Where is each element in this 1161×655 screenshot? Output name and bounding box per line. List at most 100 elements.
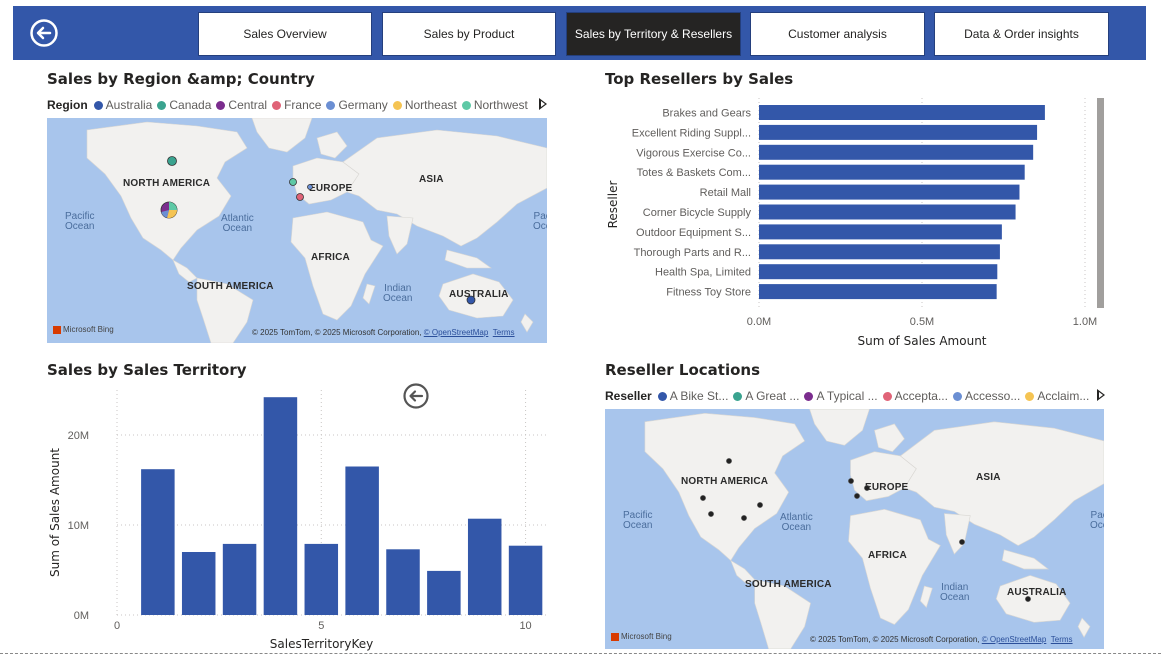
usa-pie-bubble[interactable] — [160, 201, 178, 219]
copyright-text: © 2025 TomTom, © 2025 Microsoft Corporat… — [810, 635, 980, 644]
reseller-bar[interactable] — [759, 105, 1045, 120]
reseller-point[interactable] — [1025, 596, 1031, 602]
legend-next-arrow-icon[interactable] — [539, 98, 547, 110]
back-arrow-icon — [30, 19, 58, 47]
territory-bar[interactable] — [467, 518, 502, 615]
reseller-bar[interactable] — [759, 124, 1038, 140]
legend-label: Acclaim... — [1037, 389, 1090, 403]
legend-item[interactable]: Northeast — [392, 98, 457, 112]
openstreetmap-link[interactable]: © OpenStreetMap — [424, 328, 489, 337]
bing-attribution: Microsoft Bing — [611, 632, 672, 641]
legend-item[interactable]: Accesso... — [952, 389, 1021, 403]
legend-item[interactable]: A Typical ... — [804, 389, 878, 403]
reseller-bar[interactable] — [759, 144, 1034, 160]
france-bubble[interactable] — [296, 193, 304, 201]
reseller-point[interactable] — [708, 511, 714, 517]
legend-dot-icon — [93, 100, 103, 110]
legend-item[interactable]: Accepta... — [882, 389, 948, 403]
legend-label: Canada — [169, 98, 212, 112]
tab-customer-analysis[interactable]: Customer analysis — [750, 12, 925, 56]
microsoft-bing-logo-icon — [53, 325, 61, 334]
chart-scrollbar[interactable] — [1097, 98, 1104, 308]
reseller-map-legend: Reseller A Bike St... A Great ... A Typica… — [605, 389, 1094, 403]
reseller-category-label: Totes & Baskets Com... — [637, 167, 751, 179]
reseller-bar[interactable] — [759, 264, 998, 280]
legend-label: Northeast — [404, 98, 457, 112]
territory-bar[interactable] — [263, 397, 298, 615]
territory-bar[interactable] — [222, 543, 257, 615]
reseller-point[interactable] — [848, 478, 854, 484]
australia-bubble[interactable] — [466, 295, 476, 305]
reseller-point[interactable] — [854, 493, 860, 499]
reseller-location-points — [700, 458, 1031, 602]
reseller-bar[interactable] — [759, 244, 1000, 260]
reseller-point[interactable] — [757, 502, 763, 508]
legend-dot-icon — [157, 100, 167, 110]
tab-sales-by-territory-resellers[interactable]: Sales by Territory & Resellers — [566, 12, 741, 56]
territory-bar[interactable] — [141, 469, 175, 615]
reseller-category-label: Thorough Parts and R... — [634, 247, 751, 259]
reseller-category-label: Vigorous Exercise Co... — [636, 147, 751, 159]
territory-bar[interactable] — [386, 549, 420, 615]
reseller-bar[interactable] — [759, 204, 1016, 220]
reseller-map[interactable]: NORTH AMERICA EUROPE ASIA AFRICA SOUTH A… — [605, 409, 1104, 649]
canada-bubble[interactable] — [167, 156, 177, 166]
back-arrow-icon[interactable] — [402, 382, 430, 410]
legend-dot-icon — [657, 391, 667, 401]
germany-bubble[interactable] — [307, 184, 313, 190]
back-button[interactable] — [29, 18, 59, 48]
reseller-point[interactable] — [700, 495, 706, 501]
reseller-point[interactable] — [959, 539, 965, 545]
microsoft-bing-logo-icon — [611, 632, 619, 641]
legend-item[interactable]: Acclaim... — [1025, 389, 1089, 403]
territory-bar[interactable] — [508, 545, 543, 615]
bing-label: Microsoft Bing — [63, 325, 114, 334]
legend-dot-icon — [804, 391, 814, 401]
territory-chart-title: Sales by Sales Territory — [47, 361, 247, 379]
legend-label: Accesso... — [964, 389, 1021, 403]
reseller-bar[interactable] — [759, 184, 1020, 200]
legend-item[interactable]: Northwest — [461, 98, 528, 112]
territory-chart: 0M 10M 20M 0 5 10 SalesTerritoryKey Sum of Sale… — [48, 390, 546, 651]
legend-label: Australia — [105, 98, 153, 112]
legend-item[interactable]: Canada — [157, 98, 211, 112]
legend-label: Central — [228, 98, 268, 112]
reseller-bar[interactable] — [759, 224, 1002, 240]
reseller-point[interactable] — [726, 458, 732, 464]
x-tick-label: 10 — [519, 620, 531, 632]
legend-item[interactable]: A Great ... — [733, 389, 799, 403]
legend-item[interactable]: Central — [216, 98, 267, 112]
terms-link[interactable]: Terms — [493, 328, 515, 337]
territory-bar[interactable] — [345, 466, 379, 616]
legend-item[interactable]: A Bike St... — [657, 389, 728, 403]
northwest-bubble[interactable] — [289, 178, 297, 186]
tab-data-order-insights[interactable]: Data & Order insights — [934, 12, 1109, 56]
tab-sales-by-product[interactable]: Sales by Product — [382, 12, 556, 56]
legend-dot-icon — [326, 100, 336, 110]
reseller-category-label: Health Spa, Limited — [655, 267, 751, 279]
legend-item[interactable]: France — [272, 98, 321, 112]
openstreetmap-link[interactable]: © OpenStreetMap — [982, 635, 1047, 644]
legend-next-arrow-icon[interactable] — [1097, 389, 1105, 401]
reseller-point[interactable] — [741, 515, 747, 521]
legend-item[interactable]: Australia — [93, 98, 153, 112]
x-axis-title: SalesTerritoryKey — [270, 637, 373, 651]
region-map[interactable]: NORTH AMERICA EUROPE ASIA AFRICA SOUTH A… — [47, 118, 547, 343]
reseller-category-label: Retail Mall — [700, 187, 751, 199]
territory-bar[interactable] — [427, 570, 461, 615]
x-tick-label: 5 — [318, 620, 324, 632]
legend-dot-icon — [733, 391, 743, 401]
territory-bar[interactable] — [304, 543, 339, 615]
reseller-bar[interactable] — [759, 284, 997, 300]
legend-item[interactable]: Germany — [326, 98, 388, 112]
region-map-title: Sales by Region &amp; Country — [47, 70, 315, 88]
reseller-bar[interactable] — [759, 164, 1025, 180]
legend-title: Reseller — [605, 389, 652, 403]
bing-label: Microsoft Bing — [621, 632, 672, 641]
reseller-point[interactable] — [864, 485, 870, 491]
tab-sales-overview[interactable]: Sales Overview — [198, 12, 372, 56]
legend-label: Northwest — [473, 98, 528, 112]
territory-bar[interactable] — [181, 552, 216, 615]
bing-attribution: Microsoft Bing — [53, 325, 114, 334]
terms-link[interactable]: Terms — [1051, 635, 1073, 644]
